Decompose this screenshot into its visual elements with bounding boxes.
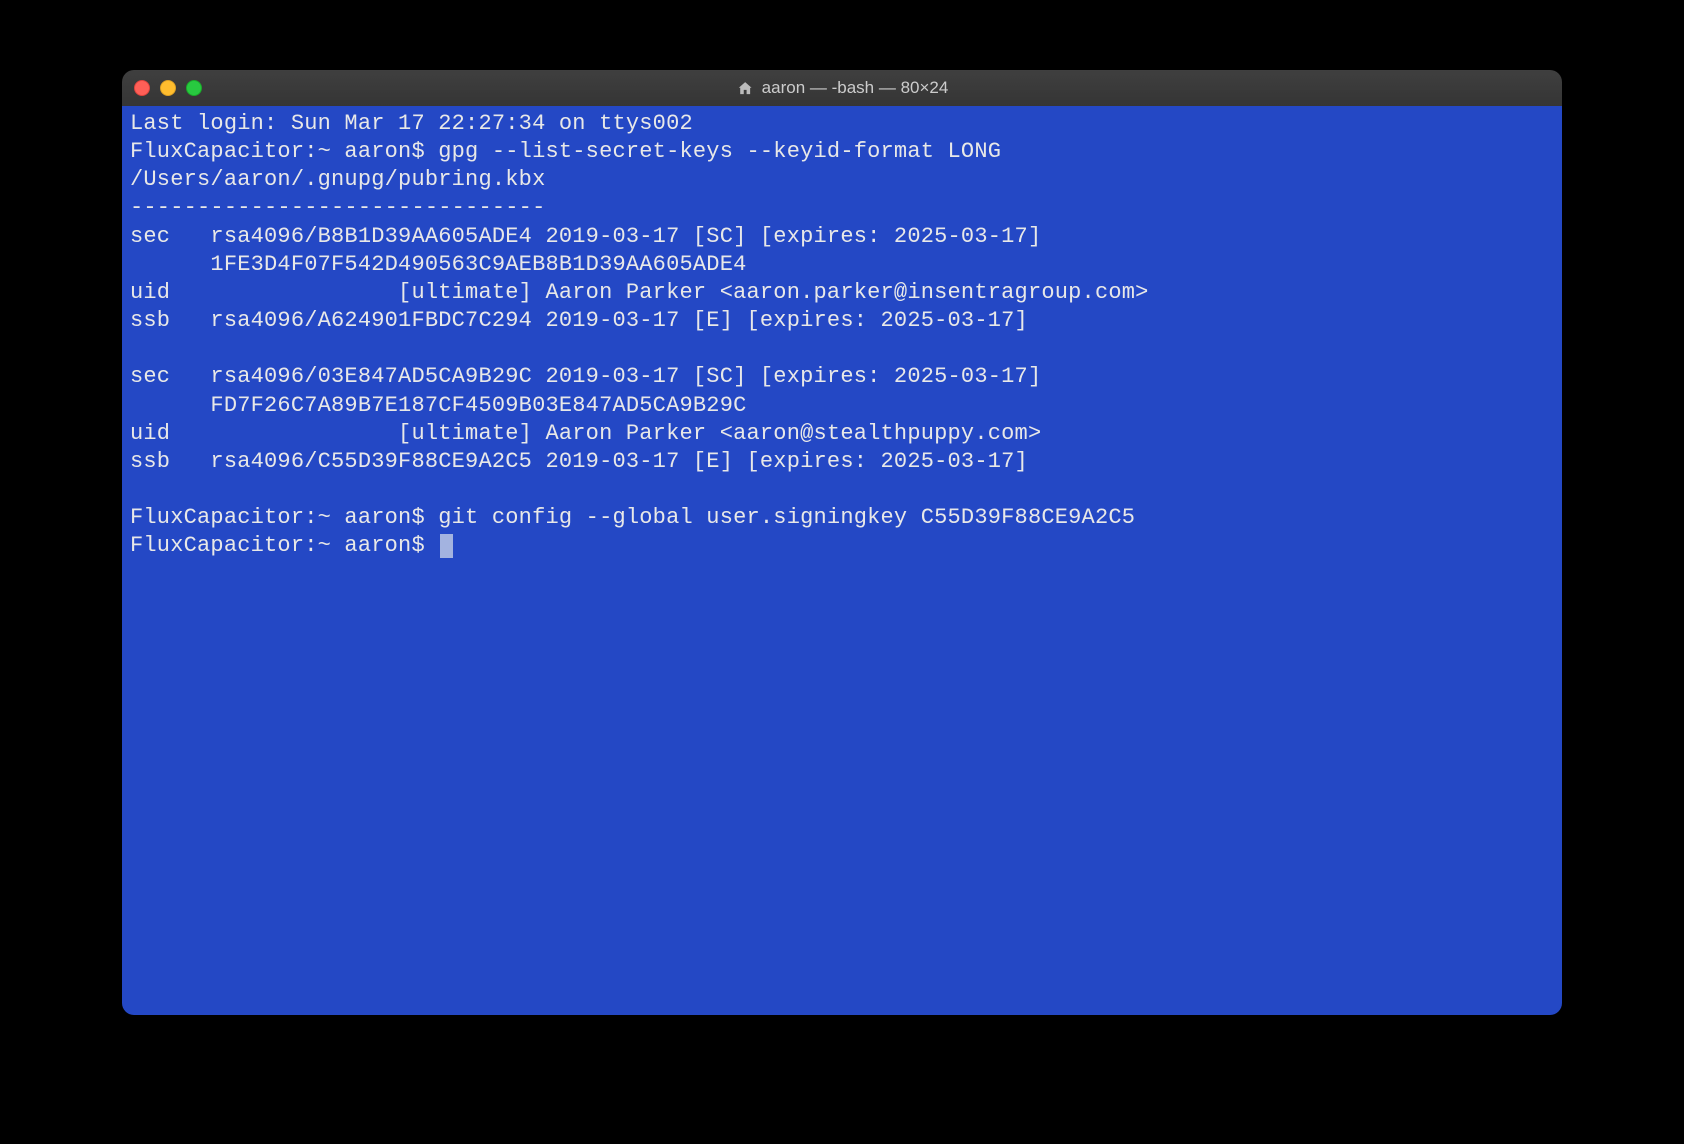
terminal-window: aaron — -bash — 80×24 Last login: Sun Ma… [122,70,1562,1015]
terminal-line: ssb rsa4096/C55D39F88CE9A2C5 2019-03-17 … [130,449,1028,474]
maximize-button[interactable] [186,80,202,96]
minimize-button[interactable] [160,80,176,96]
terminal-line: uid [ultimate] Aaron Parker <aaron.parke… [130,280,1149,305]
cursor [440,534,453,558]
terminal-line: 1FE3D4F07F542D490563C9AEB8B1D39AA605ADE4 [130,252,747,277]
terminal-prompt: FluxCapacitor:~ aaron$ [130,533,438,558]
window-title: aaron — -bash — 80×24 [762,78,949,98]
terminal-line: Last login: Sun Mar 17 22:27:34 on ttys0… [130,111,693,136]
terminal-line: FluxCapacitor:~ aaron$ gpg --list-secret… [130,139,1001,164]
titlebar[interactable]: aaron — -bash — 80×24 [122,70,1562,106]
close-button[interactable] [134,80,150,96]
terminal-line: /Users/aaron/.gnupg/pubring.kbx [130,167,545,192]
terminal-line: FD7F26C7A89B7E187CF4509B03E847AD5CA9B29C [130,393,747,418]
terminal-line: ssb rsa4096/A624901FBDC7C294 2019-03-17 … [130,308,1028,333]
terminal-line: sec rsa4096/B8B1D39AA605ADE4 2019-03-17 … [130,224,1041,249]
traffic-lights [134,80,202,96]
terminal-body[interactable]: Last login: Sun Mar 17 22:27:34 on ttys0… [122,106,1562,1015]
terminal-line: ------------------------------- [130,195,545,220]
terminal-line: sec rsa4096/03E847AD5CA9B29C 2019-03-17 … [130,364,1041,389]
window-title-container: aaron — -bash — 80×24 [736,78,949,98]
terminal-line: uid [ultimate] Aaron Parker <aaron@steal… [130,421,1041,446]
home-icon [736,79,754,97]
terminal-line: FluxCapacitor:~ aaron$ git config --glob… [130,505,1135,530]
